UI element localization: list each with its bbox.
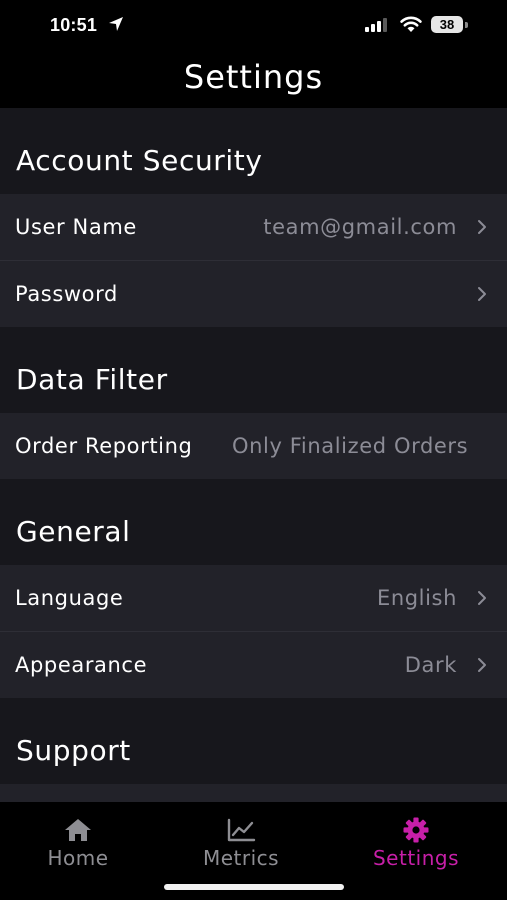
chevron-right-icon [478,658,486,672]
page-title: Settings [183,58,324,96]
section-header-data-filter: Data Filter [16,363,168,396]
tab-home-label: Home [47,846,109,870]
user-name-row[interactable]: User Name team@gmail.com [0,194,507,260]
language-label: Language [15,586,124,610]
support-row-partial[interactable] [0,784,507,802]
order-reporting-value: Only Finalized Orders [232,434,469,458]
appearance-row[interactable]: Appearance Dark [0,632,507,698]
tab-metrics-label: Metrics [202,846,280,870]
section-header-account-security: Account Security [16,144,263,177]
user-name-value: team@gmail.com [263,215,457,239]
battery-nub [465,22,468,28]
chevron-right-icon [478,220,486,234]
battery-indicator: 38 [431,16,463,33]
settings-list[interactable]: Account Security User Name team@gmail.co… [0,108,507,802]
section-header-general: General [16,515,131,548]
tab-settings-label: Settings [372,846,460,870]
tab-metrics[interactable]: Metrics [186,802,296,872]
tab-home[interactable]: Home [28,802,128,872]
chevron-right-icon [478,287,486,301]
gear-icon [403,817,429,843]
chart-line-icon [227,818,256,842]
home-indicator[interactable] [164,884,344,890]
tab-settings[interactable]: Settings [358,802,474,872]
location-arrow-icon [109,17,123,31]
status-bar: 10:51 38 [0,0,507,52]
password-label: Password [15,282,118,306]
appearance-label: Appearance [15,653,148,677]
section-header-support: Support [16,734,131,767]
wifi-icon [400,16,422,32]
language-value: English [376,586,457,610]
order-reporting-row[interactable]: Order Reporting Only Finalized Orders [0,413,507,479]
language-row[interactable]: Language English [0,565,507,631]
cellular-signal-icon [365,18,387,32]
status-time: 10:51 [50,15,98,35]
user-name-label: User Name [15,215,137,239]
home-icon [65,819,91,841]
appearance-value: Dark [404,653,457,677]
password-row[interactable]: Password [0,261,507,327]
battery-level: 38 [439,17,455,32]
order-reporting-label: Order Reporting [15,434,193,458]
chevron-right-icon [478,591,486,605]
